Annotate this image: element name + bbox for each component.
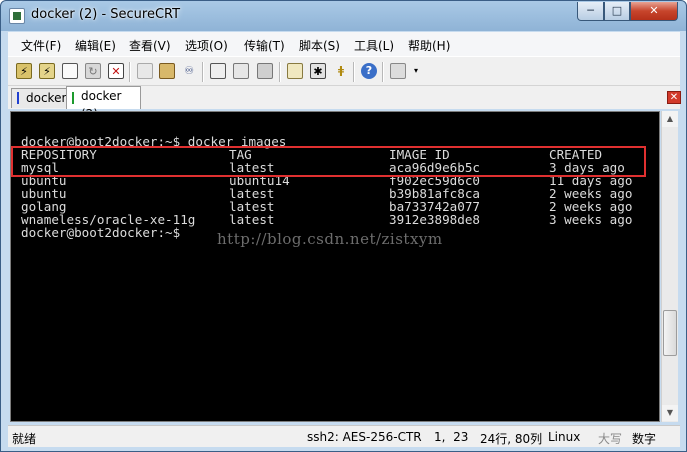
status-cipher: ssh2: AES-256-CTR [307,430,422,444]
app-icon[interactable] [9,8,25,24]
scroll-down-icon[interactable]: ▼ [662,405,678,421]
sftp-icon[interactable] [390,63,406,79]
cell-created: 3 weeks ago [549,212,633,227]
tab-docker-2[interactable]: docker (2) [66,86,141,121]
print-setup-icon[interactable] [210,63,226,79]
watermark-text: http://blog.csdn.net/zistxym [217,230,443,248]
toolbar-separator [382,62,384,82]
vertical-scrollbar[interactable]: ▲ ▼ [661,111,678,422]
close-tab-icon[interactable]: ✕ [667,91,681,104]
menu-help[interactable]: 帮助(H) [408,37,450,54]
copy-icon[interactable] [137,63,153,79]
connect-in-tab-icon[interactable] [62,63,78,79]
minimize-button[interactable]: ─ [577,2,604,21]
status-caps-lock: 大写 [598,432,623,446]
status-ready: 就绪 [12,432,37,446]
menu-transfer[interactable]: 传输(T) [244,37,285,54]
securecrt-window: docker (2) - SecureCRT ─ □ ✕ 文件(F) 编辑(E)… [0,0,687,452]
status-terminal-type: Linux [548,430,581,444]
maximize-button[interactable]: □ [604,2,630,21]
help-icon[interactable]: ? [361,63,377,79]
scrollbar-thumb[interactable] [663,310,677,356]
global-options-icon[interactable]: ✱ [310,63,326,79]
status-cursor-position: 1, 23 [434,430,469,444]
tab-status-marker [72,92,74,104]
disconnect-icon[interactable]: ✕ [108,63,124,79]
menu-tools[interactable]: 工具(L) [354,37,394,54]
menu-bar: 文件(F) 编辑(E) 查看(V) 选项(O) 传输(T) 脚本(S) 工具(L… [8,32,680,56]
menu-script[interactable]: 脚本(S) [299,37,340,54]
tab-docker[interactable]: docker [11,88,67,108]
window-title: docker (2) - SecureCRT [31,7,181,22]
menu-options[interactable]: 选项(O) [185,37,228,54]
scroll-up-icon[interactable]: ▲ [662,111,678,127]
cell-image-id: 3912e3898de8 [389,212,480,227]
session-tab-strip: docker docker (2) ✕ [8,86,681,121]
status-rows-cols: 24行, 80列 [480,432,543,446]
tab-status-marker [17,92,19,104]
terminal-screen[interactable]: docker@boot2docker:~$ docker images REPO… [10,111,660,422]
print-icon[interactable] [233,63,249,79]
red-highlight-box [11,146,646,177]
find-icon[interactable]: ♾ [181,63,197,79]
quick-connect-icon[interactable]: ⚡ [39,63,55,79]
paste-icon[interactable] [159,63,175,79]
menu-view[interactable]: 查看(V) [129,37,171,54]
terminal-prompt: docker@boot2docker:~$ [21,225,181,240]
reconnect-icon[interactable]: ↻ [85,63,101,79]
status-bar: 就绪 ssh2: AES-256-CTR 1, 23 24行, 80列 Linu… [8,425,680,447]
connect-icon[interactable]: ⚡ [16,63,32,79]
menu-file[interactable]: 文件(F) [21,37,61,54]
toolbar-overflow-icon[interactable]: ▾ [412,63,420,79]
cell-tag: latest [229,212,275,227]
close-window-button[interactable]: ✕ [630,2,678,21]
title-bar[interactable]: docker (2) - SecureCRT ─ □ ✕ [1,1,686,31]
status-num-lock: 数字 [632,432,657,446]
menu-edit[interactable]: 编辑(E) [75,37,116,54]
session-options-icon[interactable] [287,63,303,79]
toolbar-separator [202,62,204,82]
toolbar: ⚡ ⚡ ↻ ✕ ♾ ✱ ǂ ? ▾ [8,56,680,86]
toolbar-separator [129,62,131,82]
keymap-icon[interactable]: ǂ [333,63,349,79]
toolbar-separator [353,62,355,82]
toolbar-separator [279,62,281,82]
print-selection-icon[interactable] [257,63,273,79]
tab-label: docker [26,91,67,105]
